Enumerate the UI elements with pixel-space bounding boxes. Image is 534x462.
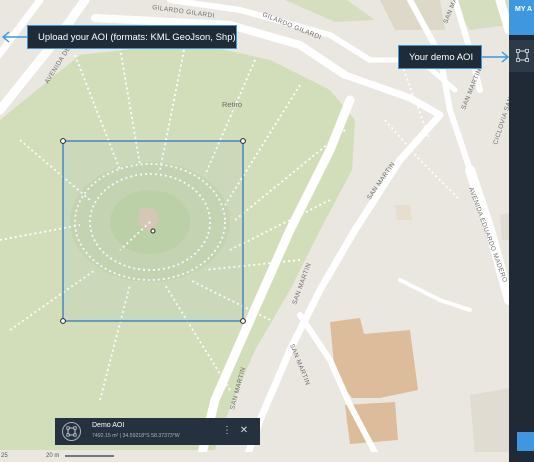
panel-tab-my-aoi[interactable]: MY A bbox=[509, 0, 534, 35]
polygon-icon bbox=[516, 49, 529, 62]
panel-tab-label: MY A bbox=[515, 6, 533, 13]
demo-aoi-tooltip: Your demo AOI bbox=[398, 45, 482, 69]
aoi-vertex[interactable] bbox=[240, 318, 246, 324]
place-label: Retiro bbox=[222, 100, 242, 109]
scale-strip bbox=[0, 452, 509, 462]
aoi-vertex[interactable] bbox=[60, 138, 66, 144]
close-icon[interactable]: ✕ bbox=[238, 424, 250, 438]
aoi-card[interactable]: Demo AOI 7492.15 m² | 34.59218°S 58.3737… bbox=[55, 418, 260, 445]
aoi-vertex[interactable] bbox=[240, 138, 246, 144]
polygon-icon bbox=[62, 422, 81, 441]
more-options-icon[interactable]: ⋮ bbox=[222, 424, 232, 438]
scale-bar bbox=[65, 455, 114, 457]
building-3 bbox=[395, 205, 412, 220]
panel-aoi-row[interactable] bbox=[509, 40, 534, 72]
aoi-name: Demo AOI bbox=[92, 422, 125, 429]
upload-aoi-tooltip: Upload your AOI (formats: KML GeoJson, S… bbox=[27, 25, 237, 49]
panel-action-button[interactable] bbox=[517, 432, 534, 451]
aoi-metadata: 7492.15 m² | 34.59218°S 58.37373°W bbox=[92, 433, 180, 439]
building-4 bbox=[470, 388, 509, 455]
scale-left-label: 25 bbox=[1, 453, 8, 459]
aoi-center-handle[interactable] bbox=[150, 228, 156, 234]
scale-label: 20 m bbox=[46, 453, 60, 459]
aoi-vertex[interactable] bbox=[60, 318, 66, 324]
